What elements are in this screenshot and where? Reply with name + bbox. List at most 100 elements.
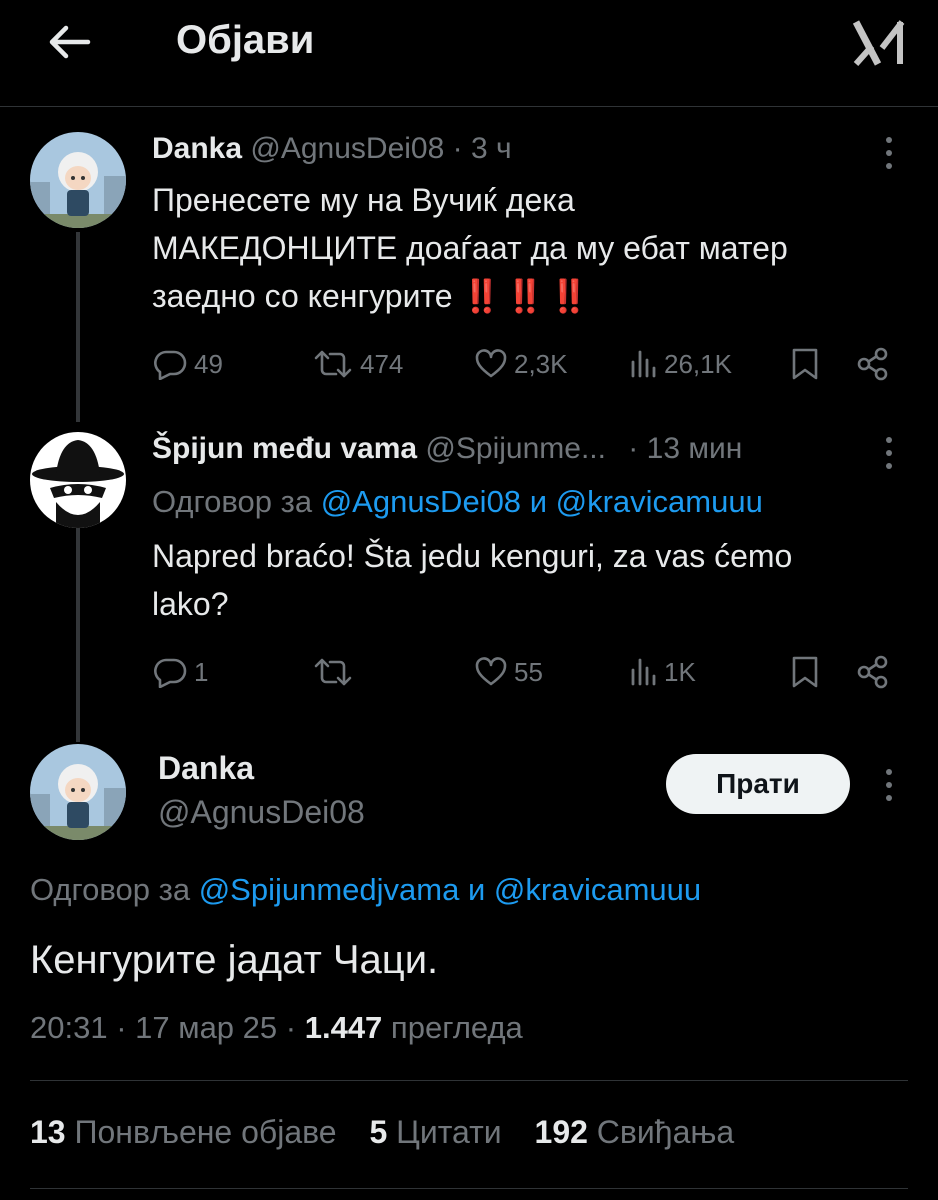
quotes-count: 5 — [369, 1114, 388, 1150]
heart-icon — [475, 657, 507, 686]
reply-context: Одговор за @Spijunmedjvama и @kravicamuu… — [30, 872, 701, 908]
reply-button[interactable]: 49 — [152, 344, 223, 384]
tweet-text: Пренесете му на Вучиќ дека МАКЕДОНЦИТЕ д… — [152, 176, 892, 320]
back-button[interactable] — [42, 20, 96, 64]
page-title: Објави — [176, 18, 315, 62]
bookmark-icon — [792, 348, 818, 380]
divider — [30, 1188, 908, 1189]
more-options-icon[interactable] — [884, 768, 894, 802]
author-handle[interactable]: @AgnusDei08 — [250, 132, 444, 165]
tweet-text-line: Пренесете му на Вучиќ дека — [152, 182, 575, 218]
separator-dot: · — [628, 432, 639, 465]
bookmark-button[interactable] — [790, 344, 820, 384]
thread-line — [76, 520, 80, 742]
views-count: 1.447 — [304, 1010, 383, 1045]
mention-link[interactable]: @kravicamuuu — [556, 484, 763, 519]
tweet-meta: 20:31 · 17 мар 25 · 1.447 прегледа — [30, 1010, 523, 1046]
tweet-actions: 1 55 1K — [152, 652, 912, 692]
quotes-label: Цитати — [396, 1114, 502, 1150]
author-handle[interactable]: @Spijunme... — [425, 432, 606, 465]
avatar-image — [30, 432, 126, 528]
more-options-icon[interactable] — [884, 136, 894, 170]
bookmark-button[interactable] — [790, 652, 820, 692]
separator-dot: · — [116, 1010, 127, 1045]
divider — [30, 1080, 908, 1081]
tweet-text: Napred braćo! Šta jedu kenguri, za vas ć… — [152, 532, 912, 628]
reply-icon — [154, 350, 187, 380]
repost-button[interactable]: 474 — [312, 344, 403, 384]
views-count: 1K — [664, 656, 696, 687]
tweet-header: Špijun među vama @Spijunme... · 13 мин — [152, 432, 742, 466]
separator-dot: · — [285, 1010, 297, 1045]
mention-link[interactable]: @Spijunmedjvama — [199, 872, 460, 907]
author-name[interactable]: Danka — [152, 132, 242, 165]
main-tweet-text: Кенгурите јадат Чаци. — [30, 938, 439, 982]
reposts-count: 13 — [30, 1114, 66, 1150]
share-icon — [857, 347, 888, 381]
views-button[interactable]: 1K — [630, 652, 696, 692]
tweet-text-line-with-emoji: заедно со кенгурите ‼️‼️‼️ — [152, 272, 892, 320]
reply-count: 49 — [194, 348, 223, 379]
reply-prefix: Одговор за — [30, 872, 191, 907]
tweet-actions: 49 474 2,3K 26,1K — [152, 344, 912, 384]
like-count: 55 — [514, 656, 543, 687]
analytics-icon — [631, 658, 656, 686]
avatar[interactable] — [30, 744, 126, 840]
like-count: 2,3K — [514, 348, 568, 379]
avatar[interactable] — [30, 132, 126, 228]
arrow-left-icon — [49, 25, 91, 59]
views-button[interactable]: 26,1K — [630, 344, 732, 384]
author-name[interactable]: Danka — [158, 750, 254, 787]
share-button[interactable] — [856, 344, 890, 384]
tweet-text-line: Napred braćo! Šta jedu kenguri, za vas ć… — [152, 538, 793, 574]
tweet-time[interactable]: 20:31 — [30, 1010, 108, 1045]
author-name[interactable]: Špijun među vama — [152, 432, 417, 465]
tweet-text-line: МАКЕДОНЦИТЕ доаѓаат да му ебат матер — [152, 230, 788, 266]
thread-line — [76, 232, 80, 422]
timestamp[interactable]: 13 мин — [647, 432, 743, 465]
bookmark-icon — [792, 656, 818, 688]
double-exclamation-emoji: ‼️‼️‼️ — [461, 278, 593, 314]
tweet-text-line: lako? — [152, 586, 229, 622]
avatar-image — [30, 132, 126, 228]
top-bar: Објави — [0, 0, 938, 107]
reply-context: Одговор за @AgnusDei08 и @kravicamuuu — [152, 484, 763, 520]
views-count: 26,1K — [664, 348, 732, 379]
analytics-icon — [631, 350, 656, 378]
share-icon — [857, 655, 888, 689]
mention-link[interactable]: @AgnusDei08 — [321, 484, 521, 519]
share-button[interactable] — [856, 652, 890, 692]
mention-link[interactable]: @kravicamuuu — [494, 872, 701, 907]
repost-count: 474 — [360, 348, 404, 379]
reply-and: и — [529, 484, 548, 519]
repost-icon — [314, 350, 352, 378]
x-grok-logo-icon[interactable] — [852, 18, 908, 68]
reposts-label: Понвљене објаве — [74, 1114, 337, 1150]
author-handle[interactable]: @AgnusDei08 — [158, 794, 365, 831]
repost-icon — [314, 658, 352, 686]
reply-icon — [154, 658, 187, 688]
like-button[interactable]: 2,3K — [474, 344, 568, 384]
tweet-header: Danka @AgnusDei08 · 3 ч — [152, 132, 512, 166]
engagement-stats: 13 Понвљене објаве 5 Цитати 192 Свиђања — [30, 1114, 734, 1151]
reposts-stat[interactable]: 13 Понвљене објаве — [30, 1114, 345, 1150]
views-label: прегледа — [390, 1010, 523, 1045]
heart-icon — [475, 349, 507, 378]
quotes-stat[interactable]: 5 Цитати — [369, 1114, 510, 1150]
reply-button[interactable]: 1 — [152, 652, 208, 692]
follow-button[interactable]: Прати — [666, 754, 850, 814]
likes-count: 192 — [534, 1114, 588, 1150]
reply-count: 1 — [194, 656, 209, 687]
likes-label: Свиђања — [596, 1114, 735, 1150]
avatar-image — [30, 744, 126, 840]
repost-button[interactable] — [312, 652, 360, 692]
timestamp[interactable]: 3 ч — [471, 132, 512, 165]
separator-dot: · — [452, 132, 463, 165]
tweet-date[interactable]: 17 мар 25 — [135, 1010, 277, 1045]
more-options-icon[interactable] — [884, 436, 894, 470]
tweet-text-line: заедно со кенгурите — [152, 278, 453, 314]
avatar[interactable] — [30, 432, 126, 528]
likes-stat[interactable]: 192 Свиђања — [535, 1114, 735, 1150]
reply-and: и — [467, 872, 486, 907]
like-button[interactable]: 55 — [474, 652, 543, 692]
